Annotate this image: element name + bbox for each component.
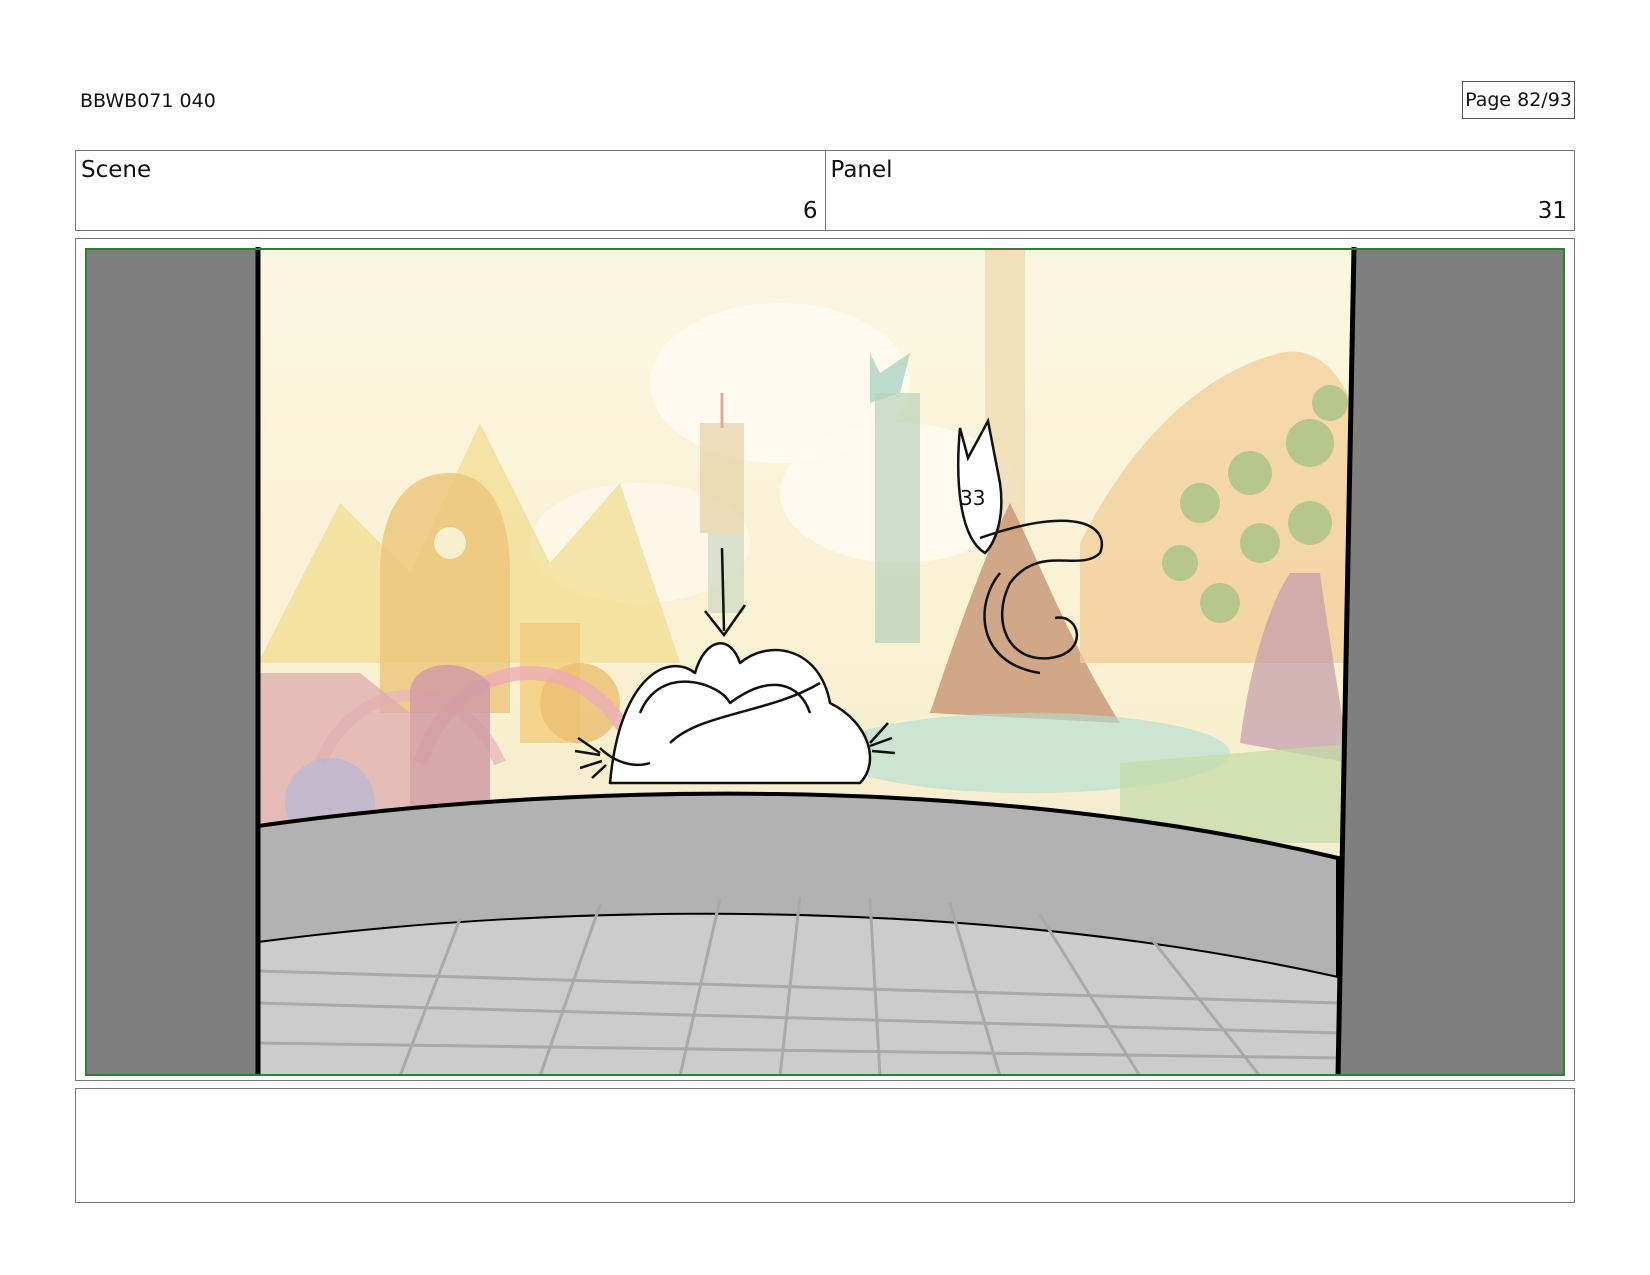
scene-panel-header: Scene 6 Panel 31 — [75, 150, 1575, 231]
panel-label: Panel — [830, 157, 893, 183]
right-letterbox — [1338, 249, 1564, 1075]
panel-notes — [75, 1088, 1575, 1203]
ghost-sketch-numbers: 33 — [960, 486, 985, 510]
panel-cell: Panel 31 — [824, 151, 1575, 230]
scene-cell: Scene 6 — [76, 151, 825, 230]
panel-number: 31 — [1537, 198, 1567, 224]
page-number: Page 82/93 — [1462, 81, 1575, 119]
scene-number: 6 — [802, 198, 818, 224]
document-id: BBWB071 040 — [80, 90, 216, 112]
storyboard-panel: 33 — [75, 238, 1575, 1081]
left-letterbox — [86, 249, 258, 1075]
panel-drawing: 33 — [85, 246, 1565, 1076]
scene-label: Scene — [81, 157, 152, 183]
page-number-label: Page 82/93 — [1465, 89, 1572, 111]
